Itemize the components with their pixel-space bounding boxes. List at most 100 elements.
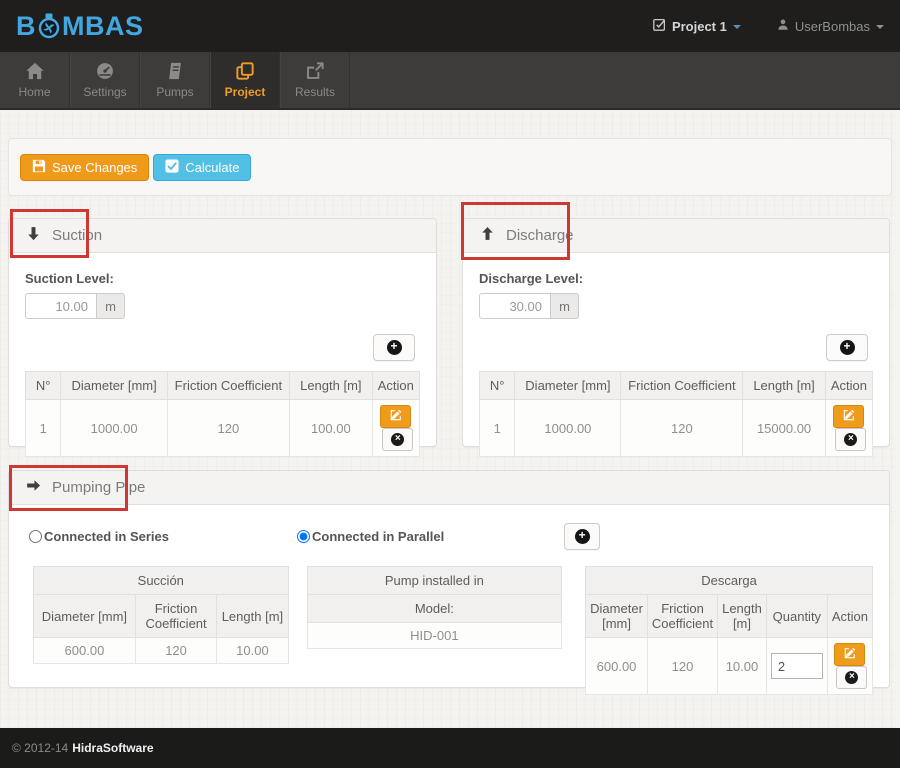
plus-circle-icon: + xyxy=(840,340,855,355)
user-icon xyxy=(777,18,789,34)
pump-installed-title: Pump installed in xyxy=(307,567,562,595)
table-header-row: N° Diameter [mm] Friction Coefficient Le… xyxy=(480,372,873,400)
radio-connected-series-option[interactable]: Connected in Series xyxy=(29,529,169,544)
discharge-level-input-group: m xyxy=(479,293,873,319)
table-row: HID-001 xyxy=(307,623,562,649)
discharge-add-pipe-button[interactable]: + xyxy=(826,334,868,361)
edit-row-button[interactable] xyxy=(834,643,865,666)
discharge-level-input[interactable] xyxy=(479,293,551,319)
table-header-row: Diameter [mm] Friction Coefficient Lengt… xyxy=(586,595,873,638)
delete-row-button[interactable]: × xyxy=(835,428,866,451)
discharge-level-label: Discharge Level: xyxy=(479,271,873,286)
suction-level-input[interactable] xyxy=(25,293,97,319)
x-circle-icon: × xyxy=(844,433,857,446)
col-friction: Friction Coefficient xyxy=(167,372,289,400)
table-group-header: Succión xyxy=(34,567,289,595)
copyright-text: © 2012-14 xyxy=(12,741,68,755)
nav-item-project[interactable]: Project xyxy=(210,52,280,108)
table-row: 1 1000.00 120 100.00 × xyxy=(26,400,420,457)
col-diameter: Diameter [mm] xyxy=(515,372,621,400)
col-action: Action xyxy=(825,372,872,400)
pumping-pipe-panel: Pumping Pipe Connected in Series Connect… xyxy=(8,470,890,688)
cell-friction: 120 xyxy=(647,638,717,695)
project-menu-label: Project 1 xyxy=(672,19,727,34)
top-header: B MBAS Project 1 xyxy=(0,0,900,52)
nav-item-label: Pumps xyxy=(156,85,193,99)
project-menu[interactable]: Project 1 xyxy=(653,18,741,34)
save-button-label: Save Changes xyxy=(52,160,137,175)
caret-down-icon xyxy=(876,25,884,29)
radio-connected-parallel[interactable] xyxy=(297,530,310,543)
pumping-panel-header: Pumping Pipe xyxy=(9,471,889,505)
nav-item-label: Results xyxy=(295,85,335,99)
gauge-icon xyxy=(95,62,115,80)
x-circle-icon: × xyxy=(845,671,858,684)
cell-length: 10.00 xyxy=(217,638,288,664)
user-menu[interactable]: UserBombas xyxy=(777,18,884,34)
suction-panel-header: Suction xyxy=(9,219,436,253)
edit-row-button[interactable] xyxy=(380,405,411,428)
col-action: Action xyxy=(827,595,872,638)
calculate-button[interactable]: Calculate xyxy=(153,154,251,181)
pumping-add-button[interactable]: + xyxy=(564,523,600,550)
col-length: Length [m] xyxy=(289,372,372,400)
table-row: 600.00 120 10.00 xyxy=(586,638,873,695)
col-number: N° xyxy=(26,372,61,400)
cell-friction: 120 xyxy=(621,400,743,457)
nav-item-pumps[interactable]: Pumps xyxy=(140,52,210,108)
calculate-button-label: Calculate xyxy=(185,160,239,175)
logo-text-prefix: B xyxy=(16,11,36,42)
check-square-icon xyxy=(653,18,666,34)
discharge-group-title: Descarga xyxy=(586,567,873,595)
col-quantity: Quantity xyxy=(766,595,827,638)
cell-diameter: 1000.00 xyxy=(61,400,167,457)
radio-connected-parallel-option[interactable]: Connected in Parallel xyxy=(297,529,444,544)
book-icon xyxy=(165,62,185,80)
cell-length: 100.00 xyxy=(289,400,372,457)
delete-row-button[interactable]: × xyxy=(836,666,867,689)
cell-number: 1 xyxy=(26,400,61,457)
nav-item-label: Project xyxy=(225,85,266,99)
nav-item-label: Settings xyxy=(83,85,126,99)
cell-diameter: 600.00 xyxy=(586,638,648,695)
arrow-right-icon xyxy=(26,478,41,497)
col-action: Action xyxy=(372,372,419,400)
save-icon xyxy=(32,159,46,176)
col-friction: Friction Coefficient xyxy=(647,595,717,638)
pencil-square-icon xyxy=(844,647,856,662)
cell-number: 1 xyxy=(480,400,515,457)
suction-pipes-table: N° Diameter [mm] Friction Coefficient Le… xyxy=(25,371,420,457)
col-diameter: Diameter [mm] xyxy=(61,372,167,400)
page-content: Save Changes Calculate Suction Suction L… xyxy=(0,110,900,728)
table-header-row: N° Diameter [mm] Friction Coefficient Le… xyxy=(26,372,420,400)
plus-circle-icon: + xyxy=(387,340,402,355)
pencil-square-icon xyxy=(843,409,855,424)
col-friction: Friction Coefficient xyxy=(135,595,216,638)
arrow-up-icon xyxy=(480,226,495,245)
app-logo: B MBAS xyxy=(16,11,144,42)
col-diameter: Diameter [mm] xyxy=(586,595,648,638)
suction-panel-title: Suction xyxy=(52,227,102,244)
x-circle-icon: × xyxy=(391,433,404,446)
nav-item-results[interactable]: Results xyxy=(280,52,350,108)
nav-item-home[interactable]: Home xyxy=(0,52,70,108)
edit-row-button[interactable] xyxy=(833,405,864,428)
pumping-tables-row: Succión Diameter [mm] Friction Coefficie… xyxy=(33,566,873,695)
suction-level-label: Suction Level: xyxy=(25,271,420,286)
col-number: N° xyxy=(480,372,515,400)
user-menu-label: UserBombas xyxy=(795,19,870,34)
save-changes-button[interactable]: Save Changes xyxy=(20,154,149,181)
delete-row-button[interactable]: × xyxy=(382,428,413,451)
discharge-pipes-table: N° Diameter [mm] Friction Coefficient Le… xyxy=(479,371,873,457)
nav-item-settings[interactable]: Settings xyxy=(70,52,140,108)
quantity-input[interactable] xyxy=(771,653,823,679)
suction-add-pipe-button[interactable]: + xyxy=(373,334,415,361)
cell-actions: × xyxy=(372,400,419,457)
radio-connected-series[interactable] xyxy=(29,530,42,543)
cell-length: 15000.00 xyxy=(743,400,826,457)
caret-down-icon xyxy=(733,25,741,29)
home-icon xyxy=(25,62,45,80)
pump-installed-table: Pump installed in Model: HID-001 xyxy=(307,566,563,649)
discharge-panel-body: Discharge Level: m + N° Diameter [mm] xyxy=(463,253,889,457)
col-friction: Friction Coefficient xyxy=(621,372,743,400)
